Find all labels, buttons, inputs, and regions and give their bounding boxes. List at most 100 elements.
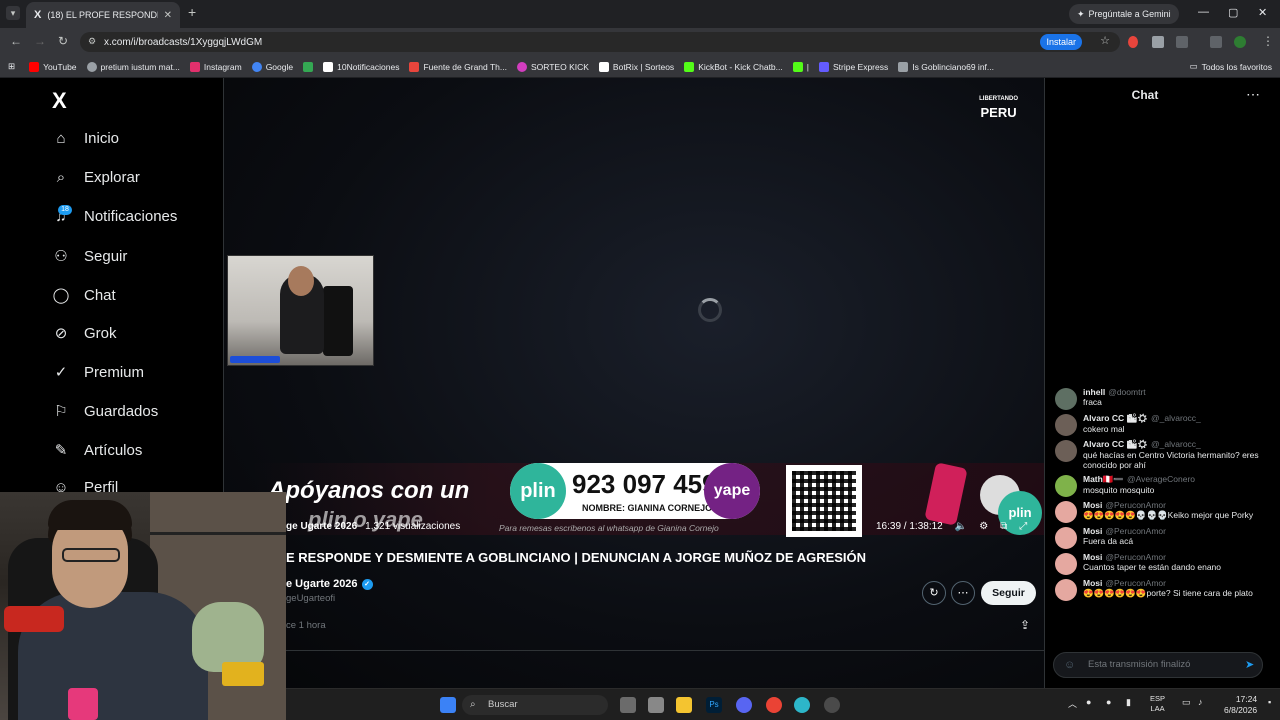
bookmark-item[interactable]: Instagram — [189, 61, 242, 72]
more-options-icon[interactable]: ⋯ — [951, 581, 975, 605]
site-info-icon[interactable]: ⚙ — [88, 36, 96, 47]
taskbar-search-label: Buscar — [488, 699, 518, 710]
notifications-icon[interactable]: ▪ — [1268, 697, 1271, 707]
close-tab-icon[interactable]: ✕ — [164, 10, 172, 21]
avatar[interactable] — [1055, 388, 1077, 410]
profile-avatar-icon[interactable] — [1234, 36, 1246, 48]
extensions-puzzle-icon[interactable] — [1176, 36, 1188, 48]
volume-icon[interactable]: ♪ — [1198, 697, 1203, 707]
gemini-button[interactable]: ✦ Pregúntale a Gemini — [1069, 4, 1179, 24]
avatar[interactable] — [1055, 501, 1077, 523]
bookmark-star-icon[interactable]: ☆ — [1100, 34, 1110, 47]
nav-premium[interactable]: ✓ Premium — [52, 363, 144, 382]
apps-grid-icon[interactable]: ⊞ — [8, 61, 15, 72]
bookmark-item[interactable]: Fuente de Grand Th... — [409, 61, 507, 72]
chat-user-name: Math🇵🇪➖ — [1083, 474, 1124, 484]
volume-icon[interactable]: 🔈 — [955, 521, 967, 532]
x-logo[interactable]: X — [52, 88, 67, 114]
host-handle[interactable]: geUgarteofi — [286, 593, 335, 604]
bookmark-item[interactable]: KickBot - Kick Chatb... — [684, 61, 783, 72]
more-menu-icon[interactable]: ⋮ — [1262, 34, 1274, 48]
bookmark-item[interactable]: 10Notificaciones — [323, 61, 399, 72]
taskbar-search[interactable]: ⌕ Buscar — [462, 695, 608, 715]
fullscreen-icon[interactable]: ⤢ — [1019, 521, 1027, 532]
app-icon[interactable] — [648, 697, 664, 713]
start-icon[interactable] — [440, 697, 456, 713]
task-view-icon[interactable] — [620, 697, 636, 713]
reading-list-icon[interactable] — [1210, 36, 1222, 48]
chrome-icon[interactable] — [766, 697, 782, 713]
nav-grok[interactable]: ⊘ Grok — [52, 324, 117, 343]
nav-seguir[interactable]: ⚇ Seguir — [52, 247, 127, 266]
nav-articulos[interactable]: ✎ Artículos — [52, 441, 143, 460]
chat-input[interactable]: ☺ Esta transmisión finalizó — [1053, 652, 1263, 678]
minimize-icon[interactable]: — — [1198, 6, 1209, 18]
file-explorer-icon[interactable] — [676, 697, 692, 713]
replay-icon[interactable]: ↻ — [922, 581, 946, 605]
tray-app-icon[interactable]: ● — [1106, 697, 1111, 707]
pip-icon[interactable]: ⧉ — [1000, 521, 1007, 532]
extension-icon[interactable] — [1152, 36, 1164, 48]
chat-more-icon[interactable]: ⋯ — [1246, 86, 1260, 103]
install-button[interactable]: Instalar — [1040, 34, 1082, 50]
avatar[interactable] — [1055, 527, 1077, 549]
bookmark-item[interactable]: pretium iustum mat... — [86, 61, 180, 72]
bookmark-item[interactable]: YouTube — [29, 61, 77, 72]
tray-chevron-icon[interactable]: ︿ — [1068, 697, 1077, 710]
avatar[interactable] — [1055, 440, 1077, 462]
payee-name: NOMBRE: GIANINA CORNEJO — [582, 503, 713, 513]
bookmark-item[interactable] — [303, 61, 314, 72]
obs-icon[interactable] — [824, 697, 840, 713]
avatar[interactable] — [1055, 553, 1077, 575]
tray-app-icon[interactable]: ● — [1086, 697, 1091, 707]
language-indicator[interactable]: ESP LAA — [1150, 694, 1165, 714]
author-name[interactable]: ge Ugarte 2026 — [286, 521, 357, 532]
avatar[interactable] — [1055, 475, 1077, 497]
browser-tab[interactable]: X (18) EL PROFE RESPONDE Y DE ✕ — [26, 2, 180, 28]
emoji-icon[interactable]: ☺ — [1064, 653, 1075, 677]
chat-user-handle: @PeruconAmor — [1105, 526, 1166, 536]
bookmark-item[interactable]: SORTEO KICK — [516, 61, 589, 72]
broadcast-player[interactable]: LIBERTANDO PERU Apóyanos con un plin o y… — [224, 78, 1044, 688]
tray-mic-icon[interactable]: ▮ — [1126, 697, 1131, 708]
discord-icon[interactable] — [736, 697, 752, 713]
new-tab-button[interactable]: + — [188, 4, 196, 20]
photoshop-icon[interactable]: Ps — [706, 697, 722, 713]
network-icon[interactable]: ▭ — [1182, 697, 1191, 708]
nav-guardados[interactable]: ⚐ Guardados — [52, 402, 158, 421]
reload-icon[interactable]: ↻ — [58, 34, 68, 48]
url-input[interactable]: ⚙ x.com/i/broadcasts/1XyggqjLWdGM Instal… — [80, 32, 1120, 52]
edge-icon[interactable] — [794, 697, 810, 713]
phone-graphic — [924, 462, 968, 526]
send-icon[interactable]: ➤ — [1245, 658, 1254, 671]
nav-explorar[interactable]: ⌕ Explorar — [52, 169, 140, 186]
close-window-icon[interactable]: ✕ — [1258, 6, 1267, 19]
chat-user-handle: @PeruconAmor — [1105, 578, 1166, 588]
extension-icon[interactable] — [1128, 36, 1138, 48]
forward-icon[interactable]: → — [34, 34, 46, 48]
chat-user-name: Alvaro CC 🏙☀ — [1083, 413, 1149, 423]
chat-user-handle: @doomtrt — [1108, 387, 1146, 397]
maximize-icon[interactable]: ▢ — [1228, 6, 1238, 19]
bookmark-item[interactable]: BotRix | Sorteos — [598, 61, 674, 72]
system-clock[interactable]: 17:24 6/8/2026 — [1224, 694, 1257, 716]
bookmark-item[interactable]: Stripe Express — [818, 61, 888, 72]
host-name[interactable]: e Ugarte 2026 ✓ — [286, 578, 373, 590]
share-icon[interactable]: ⇪ — [1020, 618, 1030, 632]
bookmark-item[interactable]: Google — [251, 61, 293, 72]
tab-search-icon[interactable]: ▾ — [6, 6, 20, 20]
settings-icon[interactable]: ⚙ — [979, 521, 988, 532]
avatar[interactable] — [1055, 414, 1077, 436]
qr-pattern — [792, 471, 856, 531]
google-icon — [251, 61, 262, 72]
all-favorites[interactable]: ▭ Todos los favoritos — [1190, 61, 1272, 72]
chat-message-list: inhell @doomtrt fraca Alvaro CC 🏙☀ @_alvaro… — [1055, 387, 1271, 604]
nav-label: Notificaciones — [84, 208, 178, 225]
bookmark-item[interactable]: Is Goblinciano69 inf... — [898, 61, 994, 72]
nav-inicio[interactable]: ⌂ Inicio — [52, 130, 119, 147]
avatar[interactable] — [1055, 579, 1077, 601]
follow-button[interactable]: Seguir — [981, 581, 1036, 605]
nav-chat[interactable]: ◯ Chat — [52, 286, 116, 305]
back-icon[interactable]: ← — [10, 34, 22, 48]
bookmark-item[interactable]: | — [792, 61, 809, 72]
